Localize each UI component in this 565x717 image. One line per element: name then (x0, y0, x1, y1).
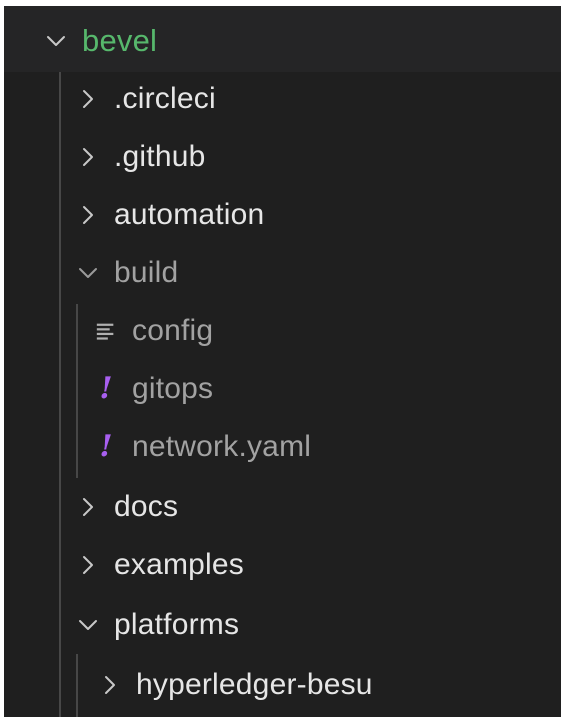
tree-item-label: automation (114, 198, 265, 231)
tree-item-label: examples (114, 548, 244, 581)
tree-item-examples[interactable]: examples (4, 536, 561, 594)
tree-item-circleci[interactable]: .circleci (4, 70, 561, 128)
tree-item-bevel[interactable]: bevel (4, 12, 561, 70)
chevron-right-icon (98, 673, 122, 697)
tree-item-config[interactable]: config (4, 302, 561, 360)
tree-item-gitops[interactable]: ! gitops (4, 360, 561, 418)
tree-item-hyperledger-besu[interactable]: hyperledger-besu (4, 656, 561, 714)
tree-item-label: .github (114, 140, 206, 173)
chevron-down-icon (76, 261, 100, 285)
file-explorer-tree: bevel .circleci .github automation build (4, 6, 561, 717)
chevron-right-icon (76, 495, 100, 519)
tree-item-label: gitops (132, 372, 214, 405)
chevron-right-icon (76, 203, 100, 227)
tree-item-label: bevel (82, 23, 158, 58)
tree-item-build[interactable]: build (4, 244, 561, 302)
chevron-down-icon (76, 613, 100, 637)
tree-item-platforms[interactable]: platforms (4, 596, 561, 654)
tree-item-label: hyperledger-besu (136, 668, 373, 701)
tree-item-github[interactable]: .github (4, 128, 561, 186)
chevron-down-icon (44, 29, 68, 53)
tree-item-label: docs (114, 490, 179, 523)
tree-item-label: build (114, 256, 179, 289)
tree-item-label: network.yaml (132, 430, 312, 463)
tree-item-docs[interactable]: docs (4, 478, 561, 536)
text-lines-icon (94, 316, 118, 346)
chevron-right-icon (76, 87, 100, 111)
yaml-exclamation-icon: ! (99, 429, 113, 464)
tree-item-automation[interactable]: automation (4, 186, 561, 244)
yaml-exclamation-icon: ! (99, 371, 113, 406)
chevron-right-icon (76, 145, 100, 169)
tree-item-label: .circleci (114, 82, 216, 115)
tree-item-label: platforms (114, 608, 240, 641)
tree-item-label: config (132, 314, 214, 347)
chevron-right-icon (76, 553, 100, 577)
tree-item-network-yaml[interactable]: ! network.yaml (4, 418, 561, 476)
